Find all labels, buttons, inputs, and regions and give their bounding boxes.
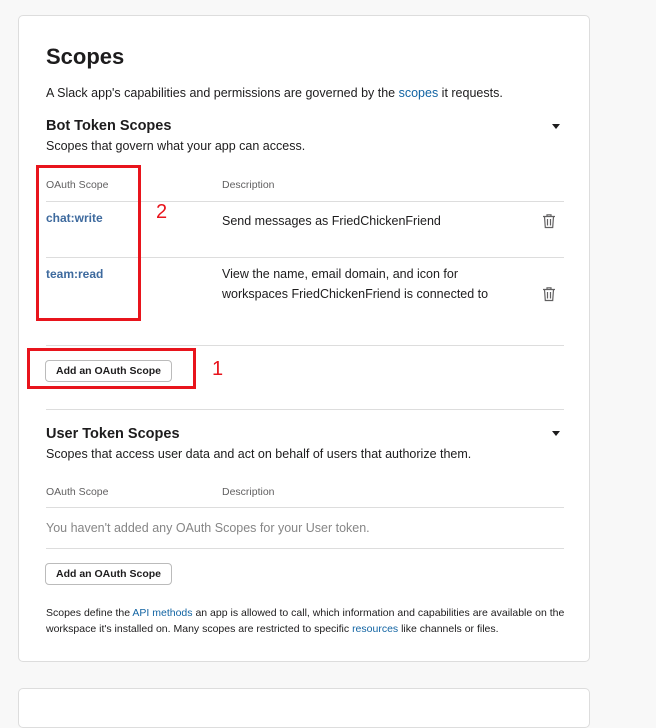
- add-user-scope-button[interactable]: Add an OAuth Scope: [45, 563, 172, 585]
- scope-description: Send messages as FriedChickenFriend: [222, 214, 441, 228]
- user-scopes-subtitle: Scopes that access user data and act on …: [46, 447, 472, 461]
- annotation-box-2: [36, 165, 141, 321]
- resources-link[interactable]: resources: [352, 623, 398, 635]
- annotation-label-1: 1: [212, 358, 224, 380]
- scopes-card: Scopes A Slack app's capabilities and pe…: [18, 15, 590, 662]
- section-divider: [46, 409, 564, 410]
- next-card: [18, 688, 590, 728]
- trash-icon[interactable]: [542, 286, 556, 302]
- divider: [46, 548, 564, 549]
- divider: [46, 507, 564, 508]
- empty-state-text: You haven't added any OAuth Scopes for y…: [46, 521, 370, 535]
- scopes-intro: A Slack app's capabilities and permissio…: [46, 86, 503, 100]
- caret-down-icon[interactable]: [552, 124, 560, 129]
- annotation-label-2: 2: [156, 201, 168, 223]
- trash-icon[interactable]: [542, 213, 556, 229]
- user-col-description: Description: [222, 486, 275, 498]
- divider: [46, 345, 564, 346]
- bot-scopes-title: Bot Token Scopes: [46, 118, 172, 134]
- bot-scopes-subtitle: Scopes that govern what your app can acc…: [46, 139, 306, 153]
- caret-down-icon[interactable]: [552, 431, 560, 436]
- page-title: Scopes: [46, 44, 125, 69]
- api-methods-link[interactable]: API methods: [132, 607, 192, 619]
- scope-description: View the name, email domain, and icon fo…: [222, 267, 489, 301]
- scopes-link[interactable]: scopes: [399, 86, 439, 100]
- scopes-footer-note: Scopes define the API methods an app is …: [46, 607, 565, 635]
- user-scopes-title: User Token Scopes: [46, 426, 180, 442]
- user-col-scope: OAuth Scope: [46, 486, 109, 498]
- bot-col-description: Description: [222, 179, 275, 191]
- annotation-box-1: [27, 348, 196, 389]
